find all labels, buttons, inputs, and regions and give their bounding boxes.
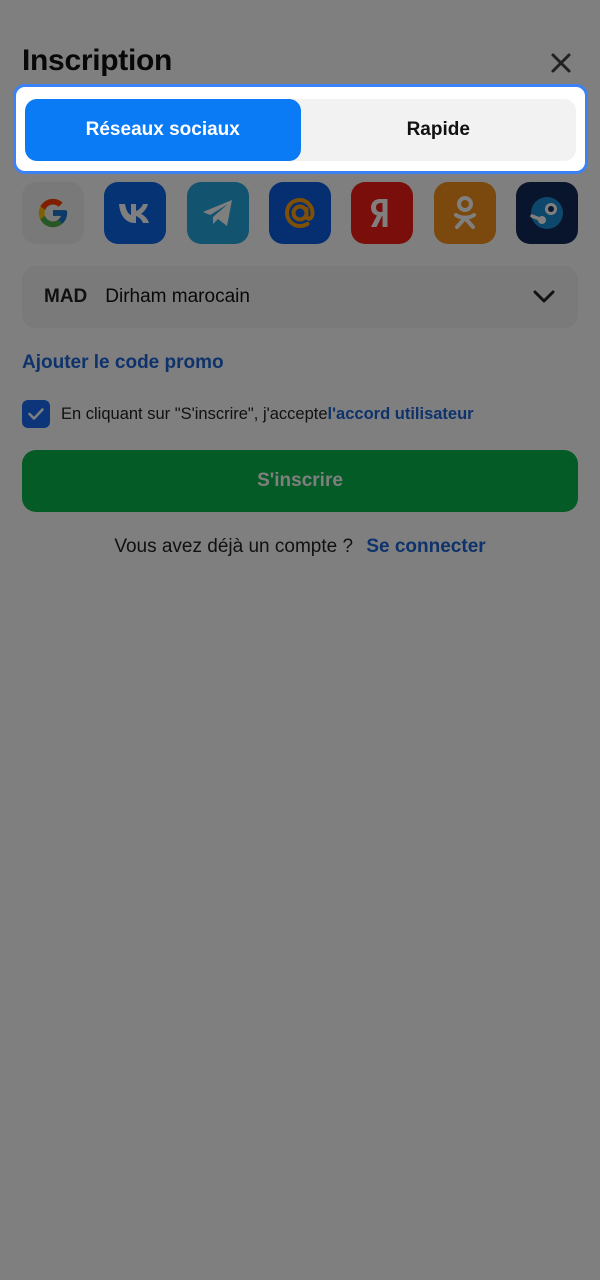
at-icon	[284, 197, 315, 229]
google-icon	[38, 198, 68, 228]
tab-social-networks[interactable]: Réseaux sociaux	[25, 99, 301, 161]
telegram-login-button[interactable]	[186, 182, 249, 244]
currency-code: MAD	[44, 286, 88, 307]
mail-login-button[interactable]	[268, 182, 331, 244]
tabs-highlight: Réseaux sociaux Rapide	[13, 84, 588, 174]
vk-login-button[interactable]	[104, 182, 167, 244]
login-row: Vous avez déjà un compte ? Se connecter	[0, 536, 600, 558]
close-icon	[551, 53, 571, 73]
ok-icon	[453, 196, 476, 229]
yandex-icon	[371, 199, 388, 227]
close-button[interactable]	[546, 48, 576, 78]
telegram-icon	[202, 200, 232, 226]
steam-login-button[interactable]	[515, 182, 578, 244]
signup-button[interactable]: S'inscrire	[22, 450, 578, 512]
tab-quick[interactable]: Rapide	[301, 99, 577, 161]
registration-tabs: Réseaux sociaux Rapide	[25, 99, 576, 161]
vk-icon	[119, 204, 150, 223]
login-link[interactable]: Se connecter	[366, 536, 485, 557]
add-promo-code-link[interactable]: Ajouter le code promo	[22, 352, 224, 374]
terms-text: En cliquant sur "S'inscrire", j'accepte	[61, 404, 328, 423]
registration-modal: Inscription MAD Dirham marocain Ajouter …	[0, 0, 600, 1280]
yandex-login-button[interactable]	[351, 182, 414, 244]
chevron-down-icon	[532, 285, 556, 309]
currency-name: Dirham marocain	[105, 286, 250, 307]
google-login-button[interactable]	[22, 182, 84, 244]
user-agreement-link[interactable]: l'accord utilisateur	[328, 405, 474, 424]
login-question: Vous avez déjà un compte ?	[114, 536, 354, 557]
currency-select[interactable]: MAD Dirham marocain	[22, 266, 578, 328]
steam-icon	[530, 197, 563, 229]
terms-checkbox[interactable]	[22, 400, 50, 428]
terms-row: En cliquant sur "S'inscrire", j'accepte …	[22, 400, 578, 428]
odnoklassniki-login-button[interactable]	[433, 182, 496, 244]
social-login-row	[22, 182, 578, 244]
page-title: Inscription	[22, 44, 173, 77]
checkmark-icon	[28, 408, 44, 420]
